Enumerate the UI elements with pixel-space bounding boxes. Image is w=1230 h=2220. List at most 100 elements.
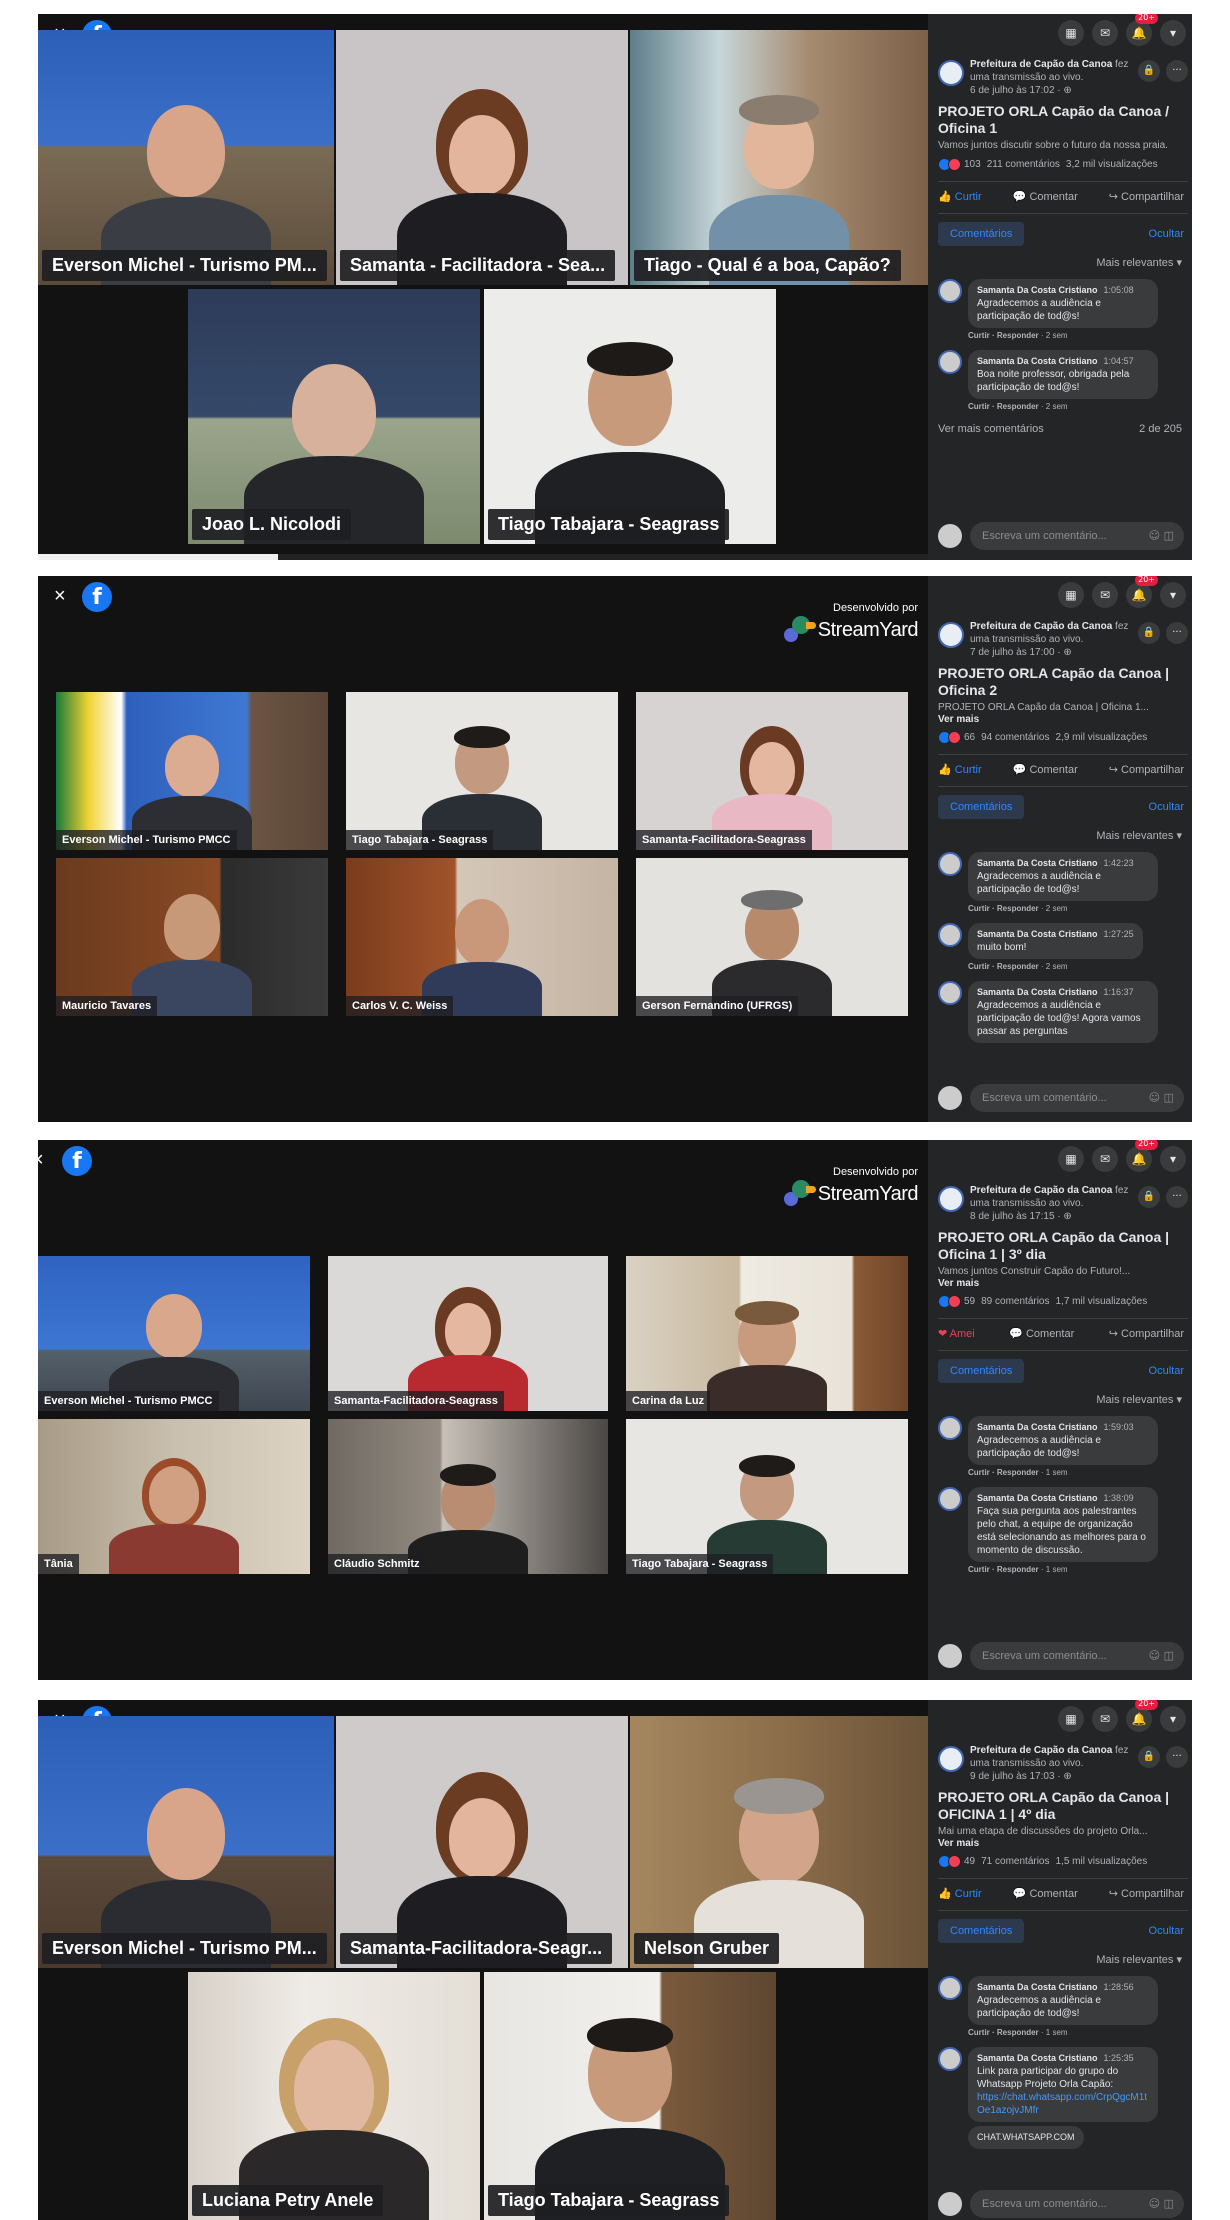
reactions-icon[interactable]: [938, 1295, 961, 1308]
whatsapp-link[interactable]: https://chat.whatsapp.com/CrpQgcM1tOe1az…: [977, 2091, 1149, 2117]
hide-comments-link[interactable]: Ocultar: [1149, 228, 1184, 240]
post-date[interactable]: 6 de julho às 17:02 · ⊕: [970, 85, 1072, 96]
chevron-down-icon[interactable]: ▾: [1160, 1706, 1186, 1732]
page-avatar[interactable]: [938, 622, 964, 648]
comment-actions[interactable]: Curtir · Responder · 2 sem: [968, 402, 1188, 411]
reactions-icon[interactable]: [938, 731, 961, 744]
comment-count[interactable]: 89 comentários: [981, 1296, 1049, 1307]
post-date[interactable]: 8 de julho às 17:15 · ⊕: [970, 1211, 1072, 1222]
comment-button[interactable]: 💬 Comentar: [1013, 190, 1078, 203]
notifications-icon[interactable]: 🔔 20+: [1126, 1140, 1158, 1172]
comment-actions[interactable]: Curtir · Responder · 1 sem: [968, 2028, 1188, 2037]
page-avatar[interactable]: [938, 60, 964, 86]
commenter-avatar[interactable]: [938, 1487, 962, 1511]
lock-icon[interactable]: 🔒: [1138, 60, 1160, 82]
commenter-avatar[interactable]: [938, 2047, 962, 2071]
close-icon[interactable]: ×: [54, 586, 66, 606]
messenger-icon[interactable]: ✉: [1092, 582, 1118, 608]
commenter-avatar[interactable]: [938, 852, 962, 876]
share-button[interactable]: ↪ Compartilhar: [1109, 190, 1184, 203]
see-more-link[interactable]: Ver mais: [938, 1278, 1188, 1289]
sort-most-relevant[interactable]: Mais relevantes ▾: [938, 829, 1182, 842]
post-date[interactable]: 7 de julho às 17:00 · ⊕: [970, 647, 1072, 658]
commenter-avatar[interactable]: [938, 1976, 962, 2000]
comment-actions[interactable]: Curtir · Responder · 2 sem: [968, 962, 1188, 971]
hide-comments-link[interactable]: Ocultar: [1149, 1365, 1184, 1377]
page-avatar[interactable]: [938, 1746, 964, 1772]
hide-comments-link[interactable]: Ocultar: [1149, 801, 1184, 813]
comment-input[interactable]: Escreva um comentário... ☺ ◫: [970, 2190, 1184, 2218]
chevron-down-icon[interactable]: ▾: [1160, 1146, 1186, 1172]
emoji-icon[interactable]: ☺ ◫: [1149, 1084, 1174, 1112]
comment-input[interactable]: Escreva um comentário... ☺ ◫: [970, 1642, 1184, 1670]
like-button[interactable]: 👍 Curtir: [938, 1887, 982, 1900]
comment-actions[interactable]: Curtir · Responder · 2 sem: [968, 331, 1188, 340]
comment-button[interactable]: 💬 Comentar: [1009, 1327, 1074, 1340]
chevron-down-icon[interactable]: ▾: [1160, 582, 1186, 608]
more-options-icon[interactable]: ···: [1166, 1746, 1188, 1768]
menu-icon[interactable]: ▦: [1058, 20, 1084, 46]
playback-progress-bar[interactable]: [38, 554, 928, 560]
page-name[interactable]: Prefeitura de Capão da Canoa: [970, 1185, 1112, 1196]
page-name[interactable]: Prefeitura de Capão da Canoa: [970, 59, 1112, 70]
comment-actions[interactable]: Curtir · Responder · 1 sem: [968, 1565, 1188, 1574]
emoji-icon[interactable]: ☺ ◫: [1149, 1642, 1174, 1670]
menu-icon[interactable]: ▦: [1058, 1706, 1084, 1732]
emoji-icon[interactable]: ☺ ◫: [1149, 522, 1174, 550]
tab-comments[interactable]: Comentários: [938, 1919, 1025, 1943]
page-name[interactable]: Prefeitura de Capão da Canoa: [970, 1745, 1112, 1756]
comment-input[interactable]: Escreva um comentário... ☺ ◫: [970, 522, 1184, 550]
page-name[interactable]: Prefeitura de Capão da Canoa: [970, 621, 1112, 632]
tab-comments[interactable]: Comentários: [938, 1359, 1025, 1383]
commenter-avatar[interactable]: [938, 923, 962, 947]
messenger-icon[interactable]: ✉: [1092, 1146, 1118, 1172]
like-button[interactable]: 👍 Curtir: [938, 763, 982, 776]
see-more-link[interactable]: Ver mais: [938, 714, 1188, 725]
reaction-count[interactable]: 103: [964, 159, 981, 170]
lock-icon[interactable]: 🔒: [1138, 1746, 1160, 1768]
tab-comments[interactable]: Comentários: [938, 795, 1025, 819]
comment-count[interactable]: 71 comentários: [981, 1856, 1049, 1867]
comment-actions[interactable]: Curtir · Responder · 1 sem: [968, 1468, 1188, 1477]
comment-actions[interactable]: Curtir · Responder · 2 sem: [968, 904, 1188, 913]
comment-count[interactable]: 211 comentários: [987, 159, 1060, 170]
sort-most-relevant[interactable]: Mais relevantes ▾: [938, 1953, 1182, 1966]
tab-comments[interactable]: Comentários: [938, 222, 1025, 246]
lock-icon[interactable]: 🔒: [1138, 622, 1160, 644]
reaction-count[interactable]: 49: [964, 1856, 975, 1867]
commenter-avatar[interactable]: [938, 981, 962, 1005]
page-avatar[interactable]: [938, 1186, 964, 1212]
hide-comments-link[interactable]: Ocultar: [1149, 1925, 1184, 1937]
notifications-icon[interactable]: 🔔 20+: [1126, 14, 1158, 46]
messenger-icon[interactable]: ✉: [1092, 1706, 1118, 1732]
share-button[interactable]: ↪ Compartilhar: [1109, 763, 1184, 776]
share-button[interactable]: ↪ Compartilhar: [1109, 1327, 1184, 1340]
commenter-avatar[interactable]: [938, 1416, 962, 1440]
more-options-icon[interactable]: ···: [1166, 60, 1188, 82]
commenter-avatar[interactable]: [938, 350, 962, 374]
comment-button[interactable]: 💬 Comentar: [1013, 1887, 1078, 1900]
close-icon[interactable]: ×: [38, 1150, 44, 1170]
emoji-icon[interactable]: ☺ ◫: [1149, 2190, 1174, 2218]
see-more-link[interactable]: Ver mais: [938, 1838, 1188, 1849]
like-button[interactable]: 👍 Curtir: [938, 190, 982, 203]
menu-icon[interactable]: ▦: [1058, 582, 1084, 608]
reaction-count[interactable]: 66: [964, 732, 975, 743]
reaction-count[interactable]: 59: [964, 1296, 975, 1307]
comment-input[interactable]: Escreva um comentário... ☺ ◫: [970, 1084, 1184, 1112]
sort-most-relevant[interactable]: Mais relevantes ▾: [938, 256, 1182, 269]
sort-most-relevant[interactable]: Mais relevantes ▾: [938, 1393, 1182, 1406]
link-preview[interactable]: CHAT.WHATSAPP.COM: [968, 2126, 1188, 2149]
more-options-icon[interactable]: ···: [1166, 1186, 1188, 1208]
reactions-icon[interactable]: [938, 1855, 961, 1868]
share-button[interactable]: ↪ Compartilhar: [1109, 1887, 1184, 1900]
notifications-icon[interactable]: 🔔 20+: [1126, 576, 1158, 608]
lock-icon[interactable]: 🔒: [1138, 1186, 1160, 1208]
love-button[interactable]: ❤ Amei: [938, 1327, 975, 1340]
view-more-comments-link[interactable]: Ver mais comentários: [938, 423, 1044, 435]
comment-button[interactable]: 💬 Comentar: [1013, 763, 1078, 776]
post-date[interactable]: 9 de julho às 17:03 · ⊕: [970, 1771, 1072, 1782]
menu-icon[interactable]: ▦: [1058, 1146, 1084, 1172]
messenger-icon[interactable]: ✉: [1092, 20, 1118, 46]
comment-count[interactable]: 94 comentários: [981, 732, 1049, 743]
